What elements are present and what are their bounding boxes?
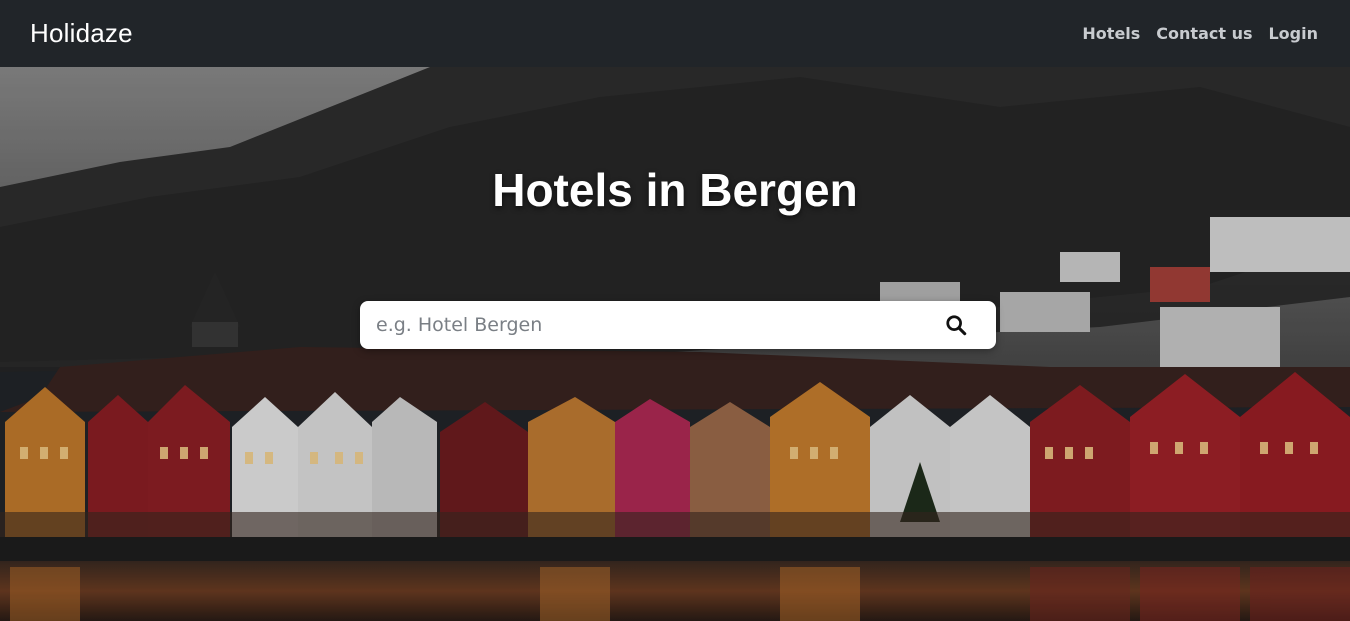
page-title: Hotels in Bergen — [492, 164, 858, 216]
nav-link-login[interactable]: Login — [1268, 24, 1318, 43]
navbar: Holidaze Hotels Contact us Login — [0, 0, 1350, 67]
brand-logo[interactable]: Holidaze — [30, 18, 133, 49]
nav-links: Hotels Contact us Login — [1082, 24, 1318, 43]
nav-link-contact[interactable]: Contact us — [1156, 24, 1252, 43]
search-input[interactable] — [376, 314, 940, 336]
hero-section: Hotels in Bergen — [0, 67, 1350, 621]
search-button[interactable] — [940, 309, 972, 341]
search-icon — [946, 315, 967, 336]
nav-link-hotels[interactable]: Hotels — [1082, 24, 1140, 43]
search-bar — [360, 301, 996, 349]
